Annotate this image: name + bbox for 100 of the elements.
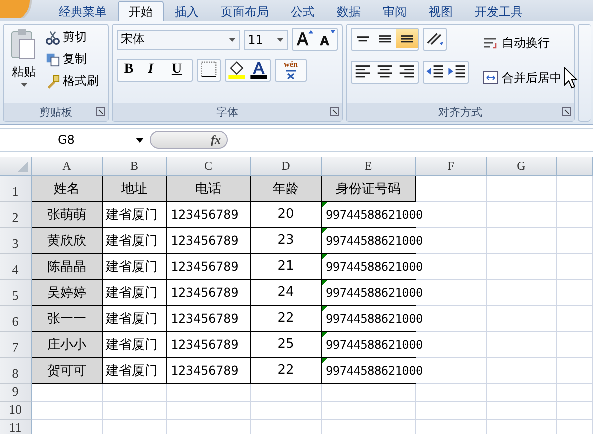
column-header[interactable]: B (103, 157, 167, 176)
table-cell (557, 176, 593, 202)
table-cell: 电话 (167, 176, 251, 202)
column-header[interactable]: D (251, 157, 322, 176)
table-cell: 庄小小 (32, 332, 103, 358)
ribbon-tab[interactable]: 数据 (326, 1, 372, 21)
ribbon-tab[interactable]: 页面布局 (210, 1, 280, 21)
font-color-icon[interactable] (248, 60, 270, 79)
table-cell: 建省厦门 (103, 306, 167, 332)
column-header[interactable]: C (167, 157, 251, 176)
column-header[interactable]: A (32, 157, 103, 176)
caret-icon[interactable] (136, 138, 144, 142)
font-size-field[interactable]: 11 (244, 30, 288, 50)
table-cell (487, 358, 557, 384)
copy-icon (46, 52, 60, 66)
table-cell (487, 332, 557, 358)
copy-button[interactable]: 复制 (44, 50, 101, 69)
paste-button[interactable]: 粘贴 (8, 28, 40, 100)
row-header[interactable]: 10 (0, 402, 32, 420)
launcher-icon[interactable] (562, 107, 571, 116)
bold-button[interactable]: B (118, 60, 140, 79)
group-title: 对齐方式 (438, 104, 482, 120)
align-bottom-icon (401, 34, 413, 42)
table-cell: 贺可可 (32, 358, 103, 384)
table-cell (487, 306, 557, 332)
table-cell: 吴婷婷 (32, 280, 103, 306)
vertical-align-button[interactable] (396, 29, 418, 48)
table-cell (487, 202, 557, 228)
row-header[interactable]: 9 (0, 384, 32, 402)
table-cell: 123456789 (167, 332, 251, 358)
table-cell: 建省厦门 (103, 280, 167, 306)
row-header[interactable]: 6 (0, 306, 32, 332)
align-top-icon (357, 36, 369, 42)
insert-function-button[interactable]: fx (150, 131, 228, 149)
column-header[interactable]: E (322, 157, 416, 176)
ribbon-tab[interactable]: 经典菜单 (48, 1, 118, 21)
ribbon-tab[interactable]: 插入 (164, 1, 210, 21)
ribbon-tab[interactable]: 开发工具 (464, 1, 534, 21)
table-cell (557, 202, 593, 228)
table-cell: 黄欣欣 (32, 228, 103, 254)
caret-icon[interactable] (20, 83, 28, 87)
table-cell: 24 (251, 280, 322, 306)
italic-button[interactable]: I (140, 60, 162, 79)
row-header[interactable]: 5 (0, 280, 32, 306)
align-middle-icon (379, 34, 391, 42)
table-cell: 陈晶晶 (32, 254, 103, 280)
row-header[interactable]: 11 (0, 420, 32, 434)
format-painter-button[interactable]: 格式刷 (44, 72, 101, 91)
table-cell (557, 332, 593, 358)
table-cell: 建省厦门 (103, 332, 167, 358)
fill-color-icon[interactable] (226, 60, 248, 79)
caret-icon[interactable] (229, 38, 236, 42)
table-cell: 123456789 (167, 358, 251, 384)
mouse-cursor-icon (564, 67, 578, 89)
row-header[interactable]: 7 (0, 332, 32, 358)
merge-cells-icon (483, 71, 499, 85)
table-cell: 123456789 (167, 202, 251, 228)
ribbon-tab[interactable]: 开始 (118, 1, 164, 21)
row-header[interactable]: 1 (0, 176, 32, 202)
table-cell: 99744588621000 (322, 228, 487, 254)
table-cell: 123456789 (167, 254, 251, 280)
scissors-icon (46, 30, 60, 44)
table-cell: 20 (251, 202, 322, 228)
row-header[interactable]: 2 (0, 202, 32, 228)
font-family-field[interactable]: 宋体 (117, 30, 240, 50)
phonetic-icon (284, 68, 298, 78)
table-cell: 年龄 (251, 176, 322, 202)
wrap-text-button[interactable]: 自动换行 (481, 34, 578, 53)
table-cell (416, 384, 487, 402)
column-header[interactable]: G (487, 157, 557, 176)
table-cell (103, 402, 167, 420)
table-cell (487, 280, 557, 306)
row-header[interactable]: 4 (0, 254, 32, 280)
table-cell (416, 402, 487, 420)
table-cell: 地址 (103, 176, 167, 202)
launcher-icon[interactable] (96, 107, 105, 116)
table-cell (487, 384, 557, 402)
table-cell (32, 384, 103, 402)
table-cell (557, 384, 593, 402)
table-cell: 123456789 (167, 280, 251, 306)
table-cell: 123456789 (167, 228, 251, 254)
ribbon-tab[interactable]: 审阅 (372, 1, 418, 21)
launcher-icon[interactable] (330, 107, 339, 116)
underline-button[interactable]: U (162, 60, 192, 79)
table-cell: 姓名 (32, 176, 103, 202)
row-header[interactable]: 3 (0, 228, 32, 254)
caret-icon[interactable] (277, 38, 284, 42)
table-cell: 99744588621000 (322, 332, 487, 358)
table-cell (487, 254, 557, 280)
ribbon-tab[interactable]: 公式 (280, 1, 326, 21)
column-header[interactable]: F (416, 157, 487, 176)
table-cell (557, 358, 593, 384)
corner-triangle-icon (18, 162, 28, 172)
row-header[interactable]: 8 (0, 358, 32, 384)
ribbon-tab[interactable]: 视图 (418, 1, 464, 21)
table-cell: 建省厦门 (103, 228, 167, 254)
merge-center-button[interactable]: 合并后居中 (481, 68, 564, 88)
cut-button[interactable]: 剪切 (44, 28, 101, 47)
table-cell: 张萌萌 (32, 202, 103, 228)
table-cell: 建省厦门 (103, 202, 167, 228)
